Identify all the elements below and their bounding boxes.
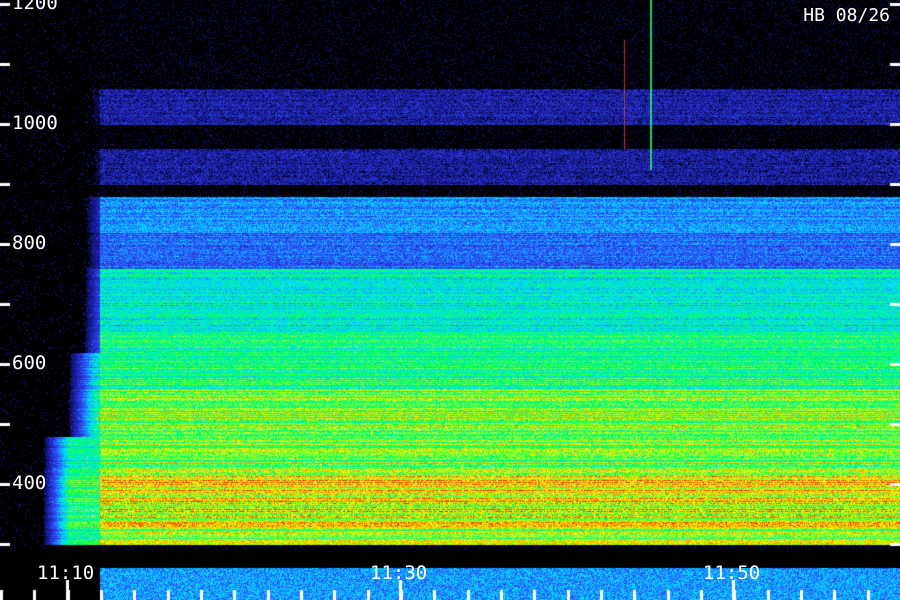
y-tick-label: 1200 — [12, 0, 58, 14]
x-tick-label: 11:30 — [370, 562, 428, 584]
x-tick-label: 11:10 — [37, 562, 95, 584]
spectrogram-plot — [0, 0, 900, 600]
y-tick-label: 600 — [12, 352, 47, 374]
y-tick-label: 1000 — [12, 112, 58, 134]
chart-title: HB 08/26 — [803, 5, 890, 26]
x-tick-label: 11:50 — [703, 562, 761, 584]
y-tick-label: 400 — [12, 472, 47, 494]
y-tick-label: 800 — [12, 232, 47, 254]
